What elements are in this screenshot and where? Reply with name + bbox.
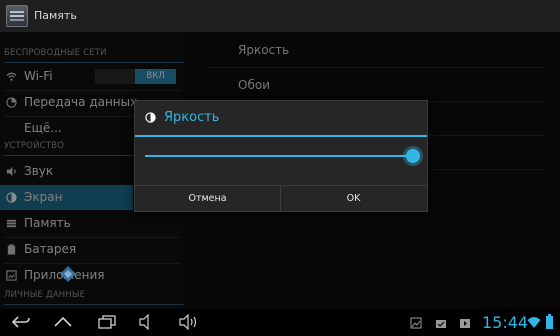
recent-apps-icon[interactable] [96,314,118,330]
battery-status-icon [546,314,553,329]
page-title: Память [34,9,77,22]
gallery-notification-icon[interactable] [410,317,422,329]
ok-button[interactable]: OK [281,186,426,212]
volume-up-icon[interactable] [178,314,200,330]
volume-down-icon[interactable] [138,314,156,330]
wifi-signal-icon [527,317,541,328]
settings-app-icon[interactable] [6,5,28,27]
play-store-icon[interactable] [459,317,471,329]
brightness-dialog: Яркость Отмена OK [134,100,428,212]
status-clock: 15:44 [482,313,529,332]
home-icon[interactable] [52,314,74,330]
system-bar: 15:44 [0,309,560,336]
slider-fill [145,155,413,157]
action-bar: Память [0,0,560,33]
back-icon[interactable] [10,314,32,330]
dialog-header: Яркость [135,101,427,137]
brightness-slider[interactable] [145,145,420,167]
brightness-icon [145,112,156,123]
slider-thumb[interactable] [406,149,420,163]
cancel-button[interactable]: Отмена [135,186,281,212]
download-complete-icon[interactable] [435,317,447,329]
dialog-button-bar: Отмена OK [135,185,427,212]
dialog-title: Яркость [164,110,220,125]
